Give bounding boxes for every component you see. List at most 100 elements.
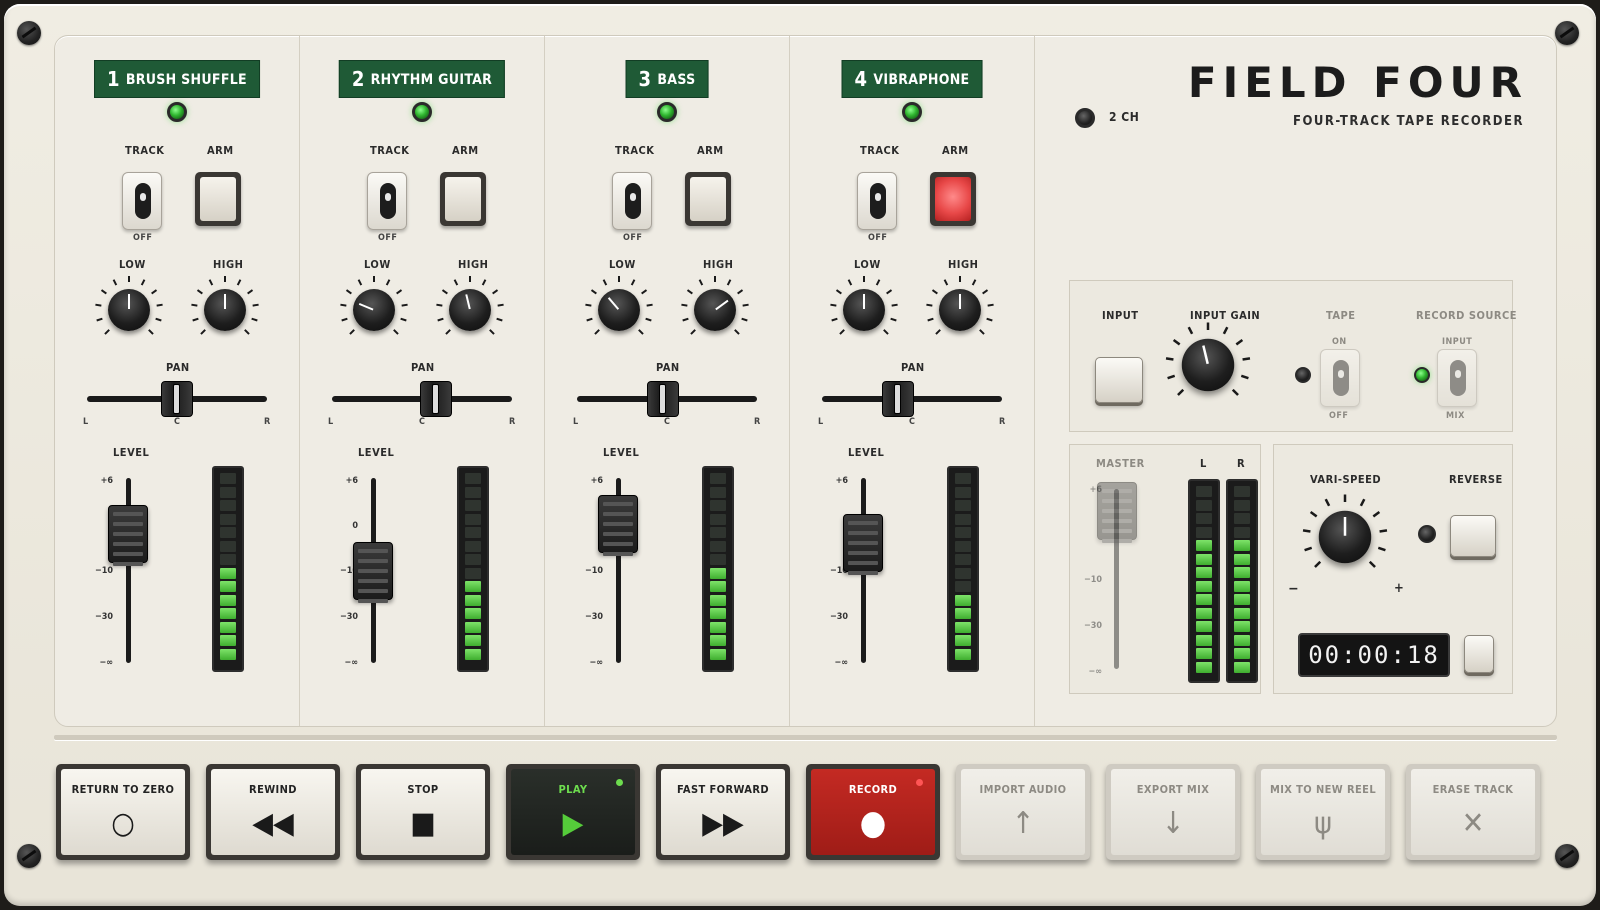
track-label: TRACK	[125, 144, 165, 157]
arm-button[interactable]	[440, 172, 486, 226]
fader-grip-line	[603, 542, 633, 547]
meter-segment	[955, 540, 971, 552]
input-button[interactable]	[1095, 357, 1143, 403]
knob-tick-mark	[385, 279, 391, 286]
track-toggle[interactable]	[612, 172, 652, 230]
fader-scale-mark: −10	[1083, 575, 1102, 585]
meter-segment	[1234, 526, 1250, 538]
meter-segment	[1234, 580, 1250, 592]
pan-slider-cap[interactable]	[420, 381, 453, 417]
knob-tick-mark	[1235, 339, 1244, 346]
screw-icon	[1555, 844, 1579, 868]
low-eq-knob[interactable]	[95, 276, 163, 344]
meter-segment	[465, 635, 481, 646]
knob-tick-mark	[734, 329, 740, 335]
source-mix-label: MIX	[1446, 411, 1465, 421]
knob-tick-mark	[192, 317, 199, 322]
transport-button-export-mix[interactable]: EXPORT MIX ↓	[1106, 764, 1240, 860]
master-fader-cap[interactable]	[1097, 481, 1137, 543]
fader-grip-line	[848, 570, 878, 575]
arm-button[interactable]	[685, 172, 731, 226]
track-toggle[interactable]	[122, 172, 162, 230]
meter-segment	[465, 594, 481, 606]
arm-button-cap	[935, 177, 971, 221]
knob-tick-mark	[95, 303, 102, 307]
tape-led	[1295, 367, 1311, 383]
low-eq-knob[interactable]	[340, 276, 408, 344]
transport-button-record[interactable]: RECORD ●	[806, 764, 940, 860]
knob-tick-mark	[140, 279, 146, 286]
high-eq-knob[interactable]	[681, 276, 749, 344]
meter-segment	[1234, 553, 1250, 565]
knob-body	[1181, 338, 1235, 392]
tape-toggle[interactable]	[1320, 349, 1360, 407]
pan-slider-cap[interactable]	[881, 381, 914, 417]
meter-segment	[465, 608, 481, 619]
transport-button-stop[interactable]: STOP ■	[356, 764, 490, 860]
knob-tick-mark	[630, 279, 636, 286]
transport-button-play[interactable]: PLAY ▶	[506, 764, 640, 860]
track-toggle[interactable]	[857, 172, 897, 230]
track-toggle[interactable]	[367, 172, 407, 230]
pan-slider-cap[interactable]	[161, 381, 193, 417]
level-fader-cap[interactable]	[353, 541, 393, 603]
input-gain-knob[interactable]	[1165, 322, 1251, 408]
button-label: RETURN TO ZERO	[71, 783, 175, 796]
knob-tick-mark	[883, 329, 889, 335]
meter-segment	[955, 594, 971, 606]
meter-segment	[710, 527, 726, 538]
transport-button-return-to-zero[interactable]: RETURN TO ZERO ○	[56, 764, 190, 860]
button-face: RECORD ●	[811, 769, 935, 855]
channel-name: BASS	[657, 72, 696, 88]
high-eq-knob[interactable]	[191, 276, 259, 344]
level-fader-cap[interactable]	[843, 513, 883, 575]
button-face: EXPORT MIX ↓	[1111, 769, 1235, 855]
mix-reel-icon: ψ	[1314, 805, 1332, 841]
transport-button-erase-track[interactable]: ERASE TRACK ✕	[1406, 764, 1540, 860]
level-fader-cap[interactable]	[108, 504, 148, 566]
tape-recorder-device: 1 BRUSH SHUFFLE TRACK OFF ARM LOW HIGH PAN L C R LE…	[4, 4, 1596, 906]
transport-button-fast-forward[interactable]: FAST FORWARD ▶▶	[656, 764, 790, 860]
record-source-toggle[interactable]	[1437, 349, 1477, 407]
arm-button[interactable]	[930, 172, 976, 226]
fader-grip-line	[1102, 508, 1132, 513]
knob-tick-mark	[1167, 374, 1176, 380]
varispeed-label: VARI-SPEED	[1310, 473, 1382, 486]
fader-grip-line	[603, 552, 633, 557]
knob-tick-mark	[357, 279, 363, 286]
level-fader-cap[interactable]	[598, 495, 638, 557]
knob-tick-mark	[931, 289, 938, 295]
pan-slider-cap[interactable]	[647, 381, 680, 417]
meter-segment	[1234, 567, 1250, 578]
meter-segment	[220, 486, 236, 498]
channel-level-meter	[947, 466, 979, 672]
meter-segment	[220, 635, 236, 646]
low-eq-knob[interactable]	[585, 276, 653, 344]
meter-segment	[1196, 594, 1212, 605]
transport-button-mix-to-new-reel[interactable]: MIX TO NEW REEL ψ	[1256, 764, 1390, 860]
meter-segment	[465, 648, 481, 660]
low-eq-knob[interactable]	[830, 276, 898, 344]
meter-segment	[465, 486, 481, 498]
reverse-button[interactable]	[1450, 515, 1496, 557]
transport-button-import-audio[interactable]: IMPORT AUDIO ↑	[956, 764, 1090, 860]
fader-scale-mark: −∞	[834, 658, 848, 668]
meter-segment	[1234, 621, 1250, 632]
high-eq-knob[interactable]	[926, 276, 994, 344]
play-icon: ▶	[562, 805, 584, 841]
arm-button[interactable]	[195, 172, 241, 226]
fader-scale-mark: −∞	[344, 658, 358, 668]
high-eq-knob[interactable]	[436, 276, 504, 344]
fader-grip-line	[848, 540, 878, 545]
record-icon: ●	[859, 803, 887, 843]
master-r-label: R	[1237, 457, 1246, 470]
counter-reset-button[interactable]	[1464, 635, 1494, 673]
tape-label: TAPE	[1326, 309, 1356, 322]
meter-segment	[220, 473, 236, 484]
knob-tick-mark	[469, 276, 471, 282]
fader-grip-line	[1102, 488, 1132, 493]
varispeed-knob[interactable]	[1302, 494, 1388, 580]
transport-button-rewind[interactable]: REWIND ◀◀	[206, 764, 340, 860]
channel-number: 1	[107, 67, 120, 91]
erase-x-icon: ✕	[1461, 805, 1485, 841]
